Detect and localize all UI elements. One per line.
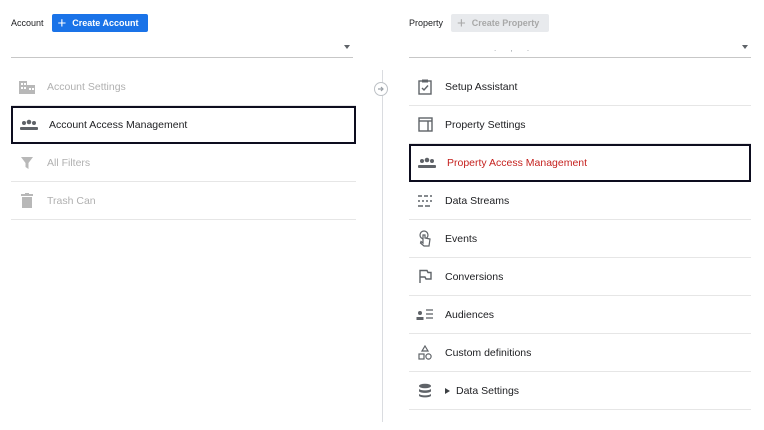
account-settings-label: Account Settings: [47, 80, 126, 93]
property-selector[interactable]: . , .: [409, 42, 751, 58]
account-access-management-item[interactable]: Account Access Management: [11, 106, 356, 144]
property-header: Property + Create Property: [409, 14, 550, 32]
property-settings-item[interactable]: Property Settings: [409, 106, 751, 144]
chevron-down-icon: [344, 45, 350, 49]
expand-arrow-icon[interactable]: [445, 387, 450, 394]
setup-assistant-label: Setup Assistant: [445, 80, 518, 93]
property-settings-label: Property Settings: [445, 118, 526, 131]
data-settings-item[interactable]: Data Settings: [409, 372, 751, 410]
account-menu: Account Settings Account Access Manageme…: [11, 68, 356, 220]
all-filters-label: All Filters: [47, 156, 91, 169]
data-settings-label: Data Settings: [456, 384, 520, 397]
create-account-button[interactable]: + Create Account: [51, 14, 149, 32]
conversions-item[interactable]: Conversions: [409, 258, 751, 296]
checklist-icon: [415, 77, 435, 97]
data-streams-item[interactable]: Data Streams: [409, 182, 751, 220]
audiences-item[interactable]: Audiences: [409, 296, 751, 334]
database-icon: [415, 381, 435, 401]
property-menu: Setup Assistant Property Settings Proper…: [409, 68, 751, 410]
account-selector[interactable]: [11, 42, 353, 58]
trash-can-label: Trash Can: [47, 194, 96, 207]
all-filters-item[interactable]: All Filters: [11, 144, 356, 182]
people-icon: [19, 115, 39, 135]
setup-assistant-item[interactable]: Setup Assistant: [409, 68, 751, 106]
audience-icon: [415, 305, 435, 325]
audiences-label: Audiences: [445, 308, 495, 321]
events-item[interactable]: Events: [409, 220, 751, 258]
property-access-management-label: Property Access Management: [447, 157, 588, 169]
conversions-label: Conversions: [445, 270, 504, 283]
account-settings-item[interactable]: Account Settings: [11, 68, 356, 106]
property-access-management-item[interactable]: Property Access Management: [409, 144, 751, 182]
people-icon: [417, 153, 437, 173]
touch-icon: [415, 229, 435, 249]
account-header: Account + Create Account: [11, 14, 149, 32]
create-account-label: Create Account: [72, 18, 139, 28]
create-property-button[interactable]: + Create Property: [451, 14, 550, 32]
shapes-icon: [415, 343, 435, 363]
create-property-label: Create Property: [471, 18, 540, 28]
layout-icon: [415, 115, 435, 135]
account-label: Account: [11, 18, 44, 28]
plus-icon: +: [457, 14, 466, 32]
custom-definitions-item[interactable]: Custom definitions: [409, 334, 751, 372]
custom-definitions-label: Custom definitions: [445, 346, 532, 359]
property-label: Property: [409, 18, 444, 28]
flag-icon: [415, 267, 435, 287]
trash-can-item[interactable]: Trash Can: [11, 182, 356, 220]
swap-arrow-icon[interactable]: [374, 82, 388, 96]
events-label: Events: [445, 232, 478, 245]
plus-icon: +: [57, 14, 67, 32]
data-streams-label: Data Streams: [445, 194, 510, 207]
property-selector-value: . , .: [494, 44, 536, 53]
building-icon: [17, 77, 37, 97]
chevron-down-icon: [742, 45, 748, 49]
account-access-management-label: Account Access Management: [49, 119, 188, 131]
filter-icon: [17, 153, 37, 173]
trash-icon: [17, 191, 37, 211]
column-divider: [382, 70, 383, 422]
streams-icon: [415, 191, 435, 211]
